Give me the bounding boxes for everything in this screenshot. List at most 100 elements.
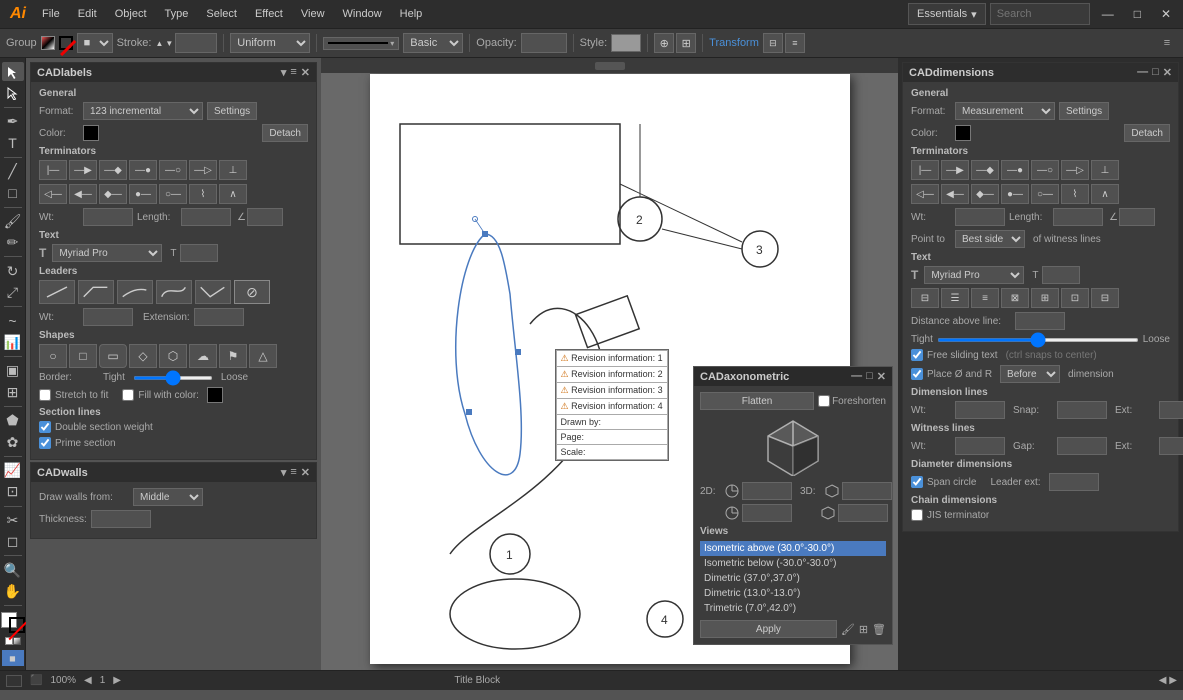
line-tool[interactable]: ╱ [2, 162, 24, 181]
view-item-1[interactable]: Isometric below (-30.0°-30.0°) [700, 556, 886, 571]
distribute-icon[interactable]: ≡ [785, 33, 805, 53]
pencil-tool[interactable]: ✏ [2, 233, 24, 252]
cadaxonometric-expand-btn[interactable]: □ [866, 370, 873, 383]
dim-term-9[interactable]: ◀— [941, 184, 969, 204]
fill-swatch[interactable] [41, 36, 55, 50]
caddimensions-close-btn[interactable]: ✕ [1163, 66, 1172, 79]
stroke-value-input[interactable]: 1 pt [175, 33, 217, 53]
globe-icon[interactable]: ⊕ [654, 33, 674, 53]
2d-val-1[interactable]: 30.000° [742, 482, 792, 500]
foreshorten-checkbox[interactable] [818, 395, 830, 407]
grid-icon-axon[interactable]: ⊞ [859, 623, 868, 636]
gradient-icon-small[interactable] [13, 637, 21, 645]
blend-tool[interactable]: ⬟ [2, 411, 24, 430]
term-btn-4[interactable]: —● [129, 160, 157, 180]
leader-ext-input[interactable]: 0.250" [1049, 473, 1099, 491]
stroke-up-icon[interactable]: ▲ [155, 39, 163, 48]
mesh-tool[interactable]: ⊞ [2, 382, 24, 401]
caddimensions-header[interactable]: CADdimensions — □ ✕ [903, 63, 1178, 82]
leader-btn-4[interactable] [156, 280, 192, 304]
free-sliding-checkbox[interactable] [911, 349, 923, 361]
dim-term-11[interactable]: ●— [1001, 184, 1029, 204]
profile-select[interactable]: Basic [403, 33, 463, 53]
place-checkbox[interactable] [911, 368, 923, 380]
dim-align-5[interactable]: ⊞ [1031, 288, 1059, 308]
transform-label[interactable]: Transform [709, 37, 759, 49]
format-select[interactable]: 123 incremental [83, 102, 203, 120]
dim-term-10[interactable]: ◆— [971, 184, 999, 204]
3d-val-2[interactable]: 35.264° [838, 504, 888, 522]
dim-wt-input[interactable]: 1.0 pt [955, 208, 1005, 226]
term-btn-12[interactable]: ○— [159, 184, 187, 204]
arrange-icon[interactable]: ≡ [1157, 33, 1177, 53]
dim-term-8[interactable]: ◁— [911, 184, 939, 204]
dim-lines-wt-input[interactable]: 1.0 pt [955, 401, 1005, 419]
gradient-tool[interactable]: ▣ [2, 361, 24, 380]
dim-term-1[interactable]: |— [911, 160, 939, 180]
stroke-color-swatch[interactable] [9, 617, 25, 633]
eraser-tool[interactable]: ◻ [2, 532, 24, 551]
stroke-type-select[interactable]: ■ [77, 33, 113, 53]
place-select[interactable]: Before [1000, 365, 1060, 383]
angle-input[interactable]: 17.5° [247, 208, 283, 226]
dim-align-3[interactable]: ≡ [971, 288, 999, 308]
term-btn-6[interactable]: —▷ [189, 160, 217, 180]
leader-btn-1[interactable] [39, 280, 75, 304]
cadlabels-close-btn[interactable]: ✕ [301, 66, 310, 79]
prev-page-btn[interactable]: ◀ [84, 675, 92, 686]
rotate-tool[interactable]: ↻ [2, 261, 24, 280]
dim-align-6[interactable]: ⊡ [1061, 288, 1089, 308]
point-to-select[interactable]: Best side [955, 230, 1025, 248]
dim-color-swatch[interactable] [955, 125, 971, 141]
menu-effect[interactable]: Effect [247, 6, 291, 22]
dim-angle-input[interactable]: 17.5° [1119, 208, 1155, 226]
settings-btn[interactable]: Settings [207, 102, 257, 120]
cadaxonometric-header[interactable]: CADaxonometric — □ ✕ [694, 367, 892, 386]
zoom-level[interactable]: 100% [50, 675, 76, 686]
term-wt-input[interactable]: 1.0 pt [83, 208, 133, 226]
shape-rounded-rect[interactable]: ▭ [99, 344, 127, 368]
dim-term-2[interactable]: —▶ [941, 160, 969, 180]
view-item-3[interactable]: Dimetric (13.0°-13.0°) [700, 586, 886, 601]
shape-flag[interactable]: ⚑ [219, 344, 247, 368]
next-page-btn[interactable]: ▶ [113, 675, 121, 686]
jis-checkbox[interactable] [911, 509, 923, 521]
scale-tool[interactable]: ⤢ [2, 283, 24, 302]
flatten-btn[interactable]: Flatten [700, 392, 814, 410]
term-btn-2[interactable]: —▶ [69, 160, 97, 180]
view-item-0[interactable]: Isometric above (30.0°-30.0°) [700, 541, 886, 556]
span-circle-checkbox[interactable] [911, 476, 923, 488]
term-btn-5[interactable]: —○ [159, 160, 187, 180]
fill-stroke-control[interactable] [1, 612, 25, 633]
term-btn-8[interactable]: ◁— [39, 184, 67, 204]
leader-btn-2[interactable] [78, 280, 114, 304]
menu-edit[interactable]: Edit [70, 6, 105, 22]
caddimensions-expand-btn[interactable]: □ [1152, 66, 1159, 79]
dim-align-7[interactable]: ⊟ [1091, 288, 1119, 308]
shape-hex[interactable]: ⬡ [159, 344, 187, 368]
top-scroll-thumb[interactable] [595, 62, 625, 70]
term-btn-3[interactable]: —◆ [99, 160, 127, 180]
detach-btn[interactable]: Detach [262, 124, 308, 142]
draw-walls-select[interactable]: Middle [133, 488, 203, 506]
menu-help[interactable]: Help [392, 6, 431, 22]
essentials-dropdown[interactable]: Essentials ▾ [908, 3, 986, 25]
dim-term-3[interactable]: —◆ [971, 160, 999, 180]
warp-tool[interactable]: ~ [2, 311, 24, 330]
fill-checkbox[interactable] [122, 389, 134, 401]
cadaxonometric-minimize-btn[interactable]: — [851, 370, 862, 383]
font-size-input[interactable]: 12 pt [180, 244, 218, 262]
menu-file[interactable]: File [34, 6, 68, 22]
term-btn-7[interactable]: ⊥ [219, 160, 247, 180]
minimize-button[interactable]: — [1094, 5, 1122, 23]
dim-format-select[interactable]: Measurement [955, 102, 1055, 120]
term-btn-13[interactable]: ⌇ [189, 184, 217, 204]
dim-font-select[interactable]: Myriad Pro [924, 266, 1024, 284]
shape-tri[interactable]: △ [249, 344, 277, 368]
leaders-wt-input[interactable]: 1.0 pt [83, 308, 133, 326]
hand-tool[interactable]: ✋ [2, 582, 24, 601]
stroke-down-icon[interactable]: ▼ [165, 39, 173, 48]
dim-term-14[interactable]: ∧ [1091, 184, 1119, 204]
dim-detach-btn[interactable]: Detach [1124, 124, 1170, 142]
leader-btn-6[interactable]: ⊘ [234, 280, 270, 304]
